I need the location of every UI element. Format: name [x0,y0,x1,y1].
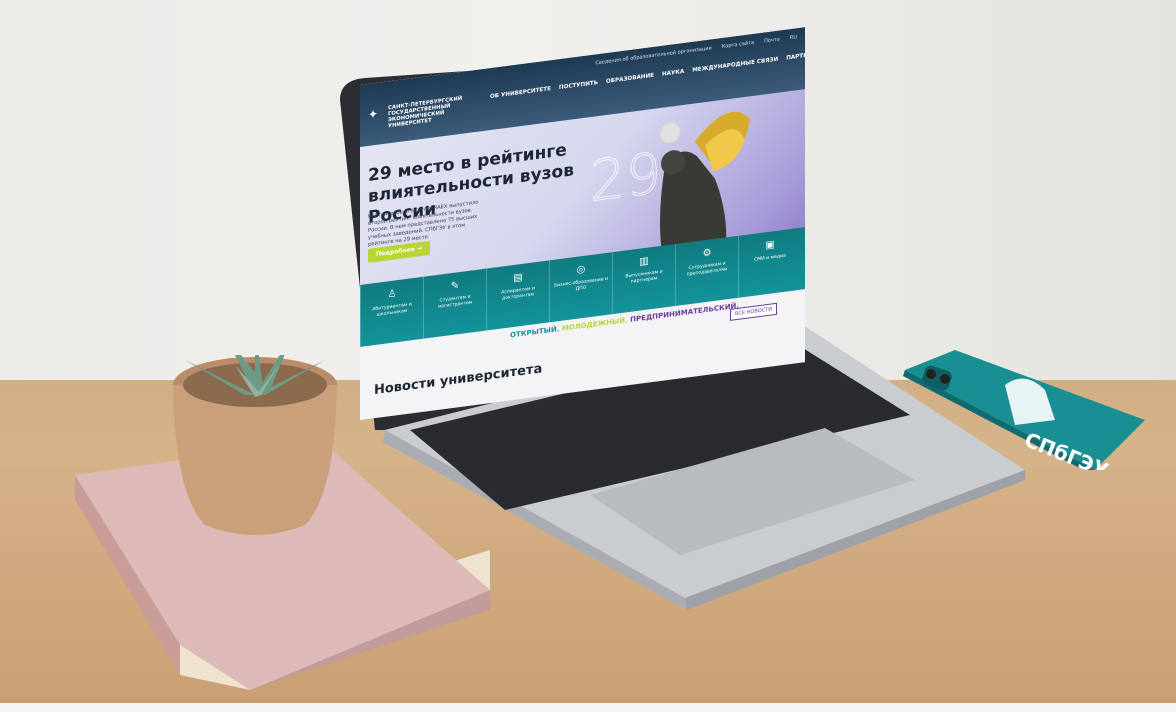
audience-business[interactable]: ◎ Бизнес-образование и ДПО [549,252,612,323]
nav-item[interactable]: НАУКА [662,69,684,78]
image-border [0,703,1176,712]
language-switch[interactable]: RU [790,34,797,41]
audience-applicants[interactable]: ♙ Абитуриентам и школьникам [360,276,423,347]
util-link[interactable]: Почта [764,36,780,44]
logo-text: САНКТ-ПЕТЕРБУРГСКИЙ ГОСУДАРСТВЕННЫЙ ЭКОН… [388,95,463,130]
nav-item[interactable]: ОБ УНИВЕРСИТЕТЕ [490,86,551,100]
audience-postgrads[interactable]: ▤ Аспирантам и докторантам [486,260,549,331]
nav-item[interactable]: ПОСТУПИТЬ [559,80,598,91]
university-logo[interactable]: ✦ САНКТ-ПЕТЕРБУРГСКИЙ ГОСУДАРСТВЕННЫЙ ЭК… [368,94,478,132]
audience-staff[interactable]: ⚙ Сотрудникам и преподавателям [675,235,738,307]
util-link[interactable]: Карта сайта [722,40,754,50]
desk-scene: СПбГЭУ Сведения об образовательной орган… [0,0,1176,712]
nav-item[interactable]: МЕЖДУНАРОДНЫЕ СВЯЗИ [692,57,778,74]
audience-students[interactable]: ✎ Студентам и магистрантам [423,268,486,339]
nav-item[interactable]: ПАРТНЕРСТВО [786,50,805,62]
audience-media[interactable]: ▣ СМИ и медиа [738,227,801,298]
succulent-pot [173,355,337,535]
nav-item[interactable]: ОБРАЗОВАНИЕ [606,73,654,85]
audience-alumni[interactable]: ▥ Выпускникам и партнерам [612,244,675,315]
laptop-screen-website: Сведения об образовательной организации … [360,27,805,421]
griffin-logo-icon: ✦ [368,106,379,122]
